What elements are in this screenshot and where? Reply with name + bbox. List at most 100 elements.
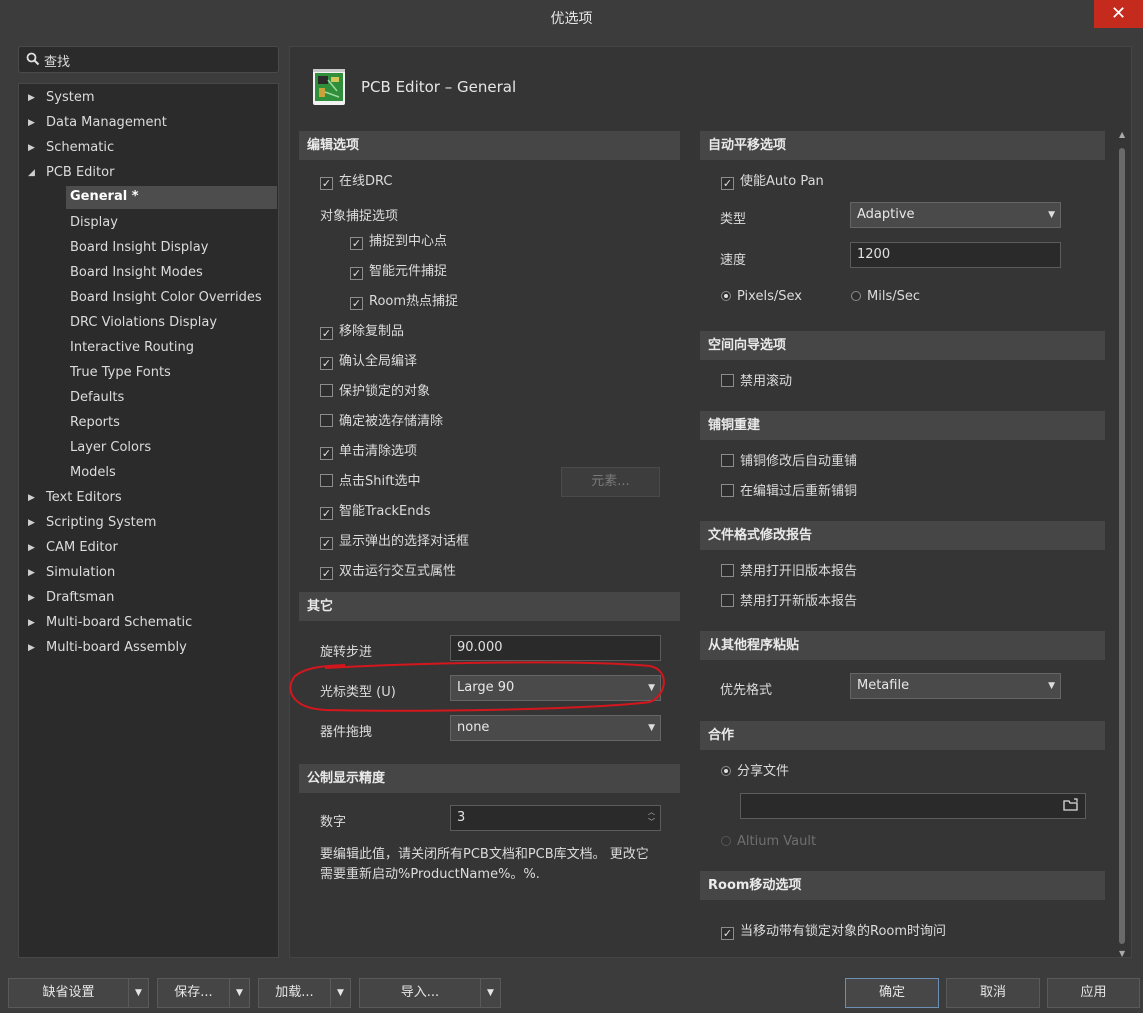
scroll-down-icon[interactable]: ▼ <box>1119 949 1125 958</box>
check-icon: ✓ <box>320 537 333 550</box>
tree-item-models[interactable]: Models <box>70 462 116 485</box>
dropdown-arrow-icon: ▼ <box>1048 681 1055 691</box>
scroll-up-icon[interactable]: ▲ <box>1119 130 1125 139</box>
radio-selected-icon <box>721 766 731 776</box>
scrollbar-thumb[interactable] <box>1119 148 1125 944</box>
disable-new-report-checkbox[interactable]: 禁用打开新版本报告 <box>721 593 857 613</box>
folder-open-icon[interactable] <box>1063 797 1079 821</box>
pan-type-select[interactable]: Adaptive ▼ <box>850 202 1061 228</box>
tree-item-true-type-fonts[interactable]: True Type Fonts <box>70 362 171 385</box>
apply-button[interactable]: 应用 <box>1047 978 1140 1008</box>
tree-item-board-insight-modes[interactable]: Board Insight Modes <box>70 262 203 285</box>
chevron-right-icon[interactable]: ▶ <box>28 537 35 559</box>
snap-center-checkbox[interactable]: ✓ 捕捉到中心点 <box>350 233 447 253</box>
chevron-right-icon[interactable]: ▶ <box>28 487 35 509</box>
save-button[interactable]: 保存... ▼ <box>157 978 250 1008</box>
page-title: PCB Editor – General <box>361 78 517 96</box>
smart-track-ends-checkbox[interactable]: ✓ 智能TrackEnds <box>320 503 431 523</box>
tree-item-board-insight-display[interactable]: Board Insight Display <box>70 237 208 260</box>
pixels-per-sec-radio[interactable]: Pixels/Sex <box>721 288 802 308</box>
chevron-down-icon[interactable]: ▼ <box>128 979 148 1007</box>
metric-note: 要编辑此值，请关闭所有PCB文档和PCB库文档。 更改它需要重新启动%Produ… <box>320 847 649 882</box>
mils-per-sec-radio[interactable]: Mils/Sec <box>851 288 920 308</box>
chevron-right-icon[interactable]: ▶ <box>28 637 35 659</box>
section-polygon-rebuild: 铺铜重建 <box>700 411 1105 440</box>
room-hotspot-checkbox[interactable]: ✓ Room热点捕捉 <box>350 293 458 313</box>
tree-item-drc-violations-display[interactable]: DRC Violations Display <box>70 312 217 335</box>
auto-repour-checkbox[interactable]: 铺铜修改后自动重铺 <box>721 453 857 473</box>
section-room-move: Room移动选项 <box>700 871 1105 900</box>
chevron-right-icon[interactable]: ▶ <box>28 512 35 534</box>
spin-arrows-icon[interactable]: ︿ ﹀ <box>648 807 655 827</box>
ask-room-locked-checkbox[interactable]: ✓ 当移动带有锁定对象的Room时询问 <box>721 923 946 943</box>
show-popup-selection-checkbox[interactable]: ✓ 显示弹出的选择对话框 <box>320 533 469 553</box>
shift-select-checkbox[interactable]: 点击Shift选中 <box>320 473 421 493</box>
tree-item-multi-board-assembly[interactable]: ▶ Multi-board Assembly <box>28 637 187 660</box>
smart-component-snap-checkbox[interactable]: ✓ 智能元件捕捉 <box>350 263 447 283</box>
tree-item-reports[interactable]: Reports <box>70 412 120 435</box>
protect-locked-checkbox[interactable]: 保护锁定的对象 <box>320 383 430 403</box>
cancel-button[interactable]: 取消 <box>946 978 1040 1008</box>
tree-item-multi-board-schematic[interactable]: ▶ Multi-board Schematic <box>28 612 192 635</box>
disable-roll-checkbox[interactable]: 禁用滚动 <box>721 373 792 393</box>
preferred-format-select[interactable]: Metafile ▼ <box>850 673 1061 699</box>
digits-spinbox[interactable]: 3 ︿ ﹀ <box>450 805 661 831</box>
chevron-right-icon[interactable]: ▶ <box>28 587 35 609</box>
pan-speed-label: 速度 <box>720 253 747 268</box>
chevron-down-icon[interactable]: ▼ <box>480 979 500 1007</box>
rotation-step-label: 旋转步进 <box>320 645 373 660</box>
tree-item-schematic[interactable]: ▶ Schematic <box>28 137 114 160</box>
tree-item-draftsman[interactable]: ▶ Draftsman <box>28 587 114 610</box>
dblclick-properties-checkbox[interactable]: ✓ 双击运行交互式属性 <box>320 563 456 583</box>
chevron-down-icon[interactable]: ▼ <box>229 979 249 1007</box>
section-space-navigator: 空间向导选项 <box>700 331 1105 360</box>
tree-item-cam-editor[interactable]: ▶ CAM Editor <box>28 537 118 560</box>
radio-icon <box>851 291 861 301</box>
ok-button[interactable]: 确定 <box>845 978 939 1008</box>
enable-auto-pan-checkbox[interactable]: ✓ 使能Auto Pan <box>721 173 824 193</box>
chevron-right-icon[interactable]: ▶ <box>28 562 35 584</box>
click-clear-checkbox[interactable]: ✓ 单击清除选项 <box>320 443 417 463</box>
elements-button[interactable]: 元素... <box>561 467 660 497</box>
shared-file-path-input[interactable] <box>740 793 1086 819</box>
tree-item-simulation[interactable]: ▶ Simulation <box>28 562 115 585</box>
pan-type-label: 类型 <box>720 212 747 227</box>
remove-duplicates-checkbox[interactable]: ✓ 移除复制品 <box>320 323 404 343</box>
preferred-format-label: 优先格式 <box>720 683 773 698</box>
check-icon: ✓ <box>320 447 333 460</box>
tree-item-pcb-editor[interactable]: ◢ PCB Editor <box>28 162 114 185</box>
chevron-right-icon[interactable]: ▶ <box>28 112 35 134</box>
rotation-step-input[interactable]: 90.000 <box>450 635 661 661</box>
import-button[interactable]: 导入... ▼ <box>359 978 501 1008</box>
tree-item-data-management[interactable]: ▶ Data Management <box>28 112 167 135</box>
defaults-button[interactable]: 缺省设置 ▼ <box>8 978 149 1008</box>
online-drc-checkbox[interactable]: ✓ 在线DRC <box>320 173 392 193</box>
chevron-right-icon[interactable]: ▶ <box>28 137 35 159</box>
tree-item-system[interactable]: ▶ System <box>28 87 94 110</box>
pan-speed-input[interactable]: 1200 <box>850 242 1061 268</box>
section-paste-from-other: 从其他程序粘贴 <box>700 631 1105 660</box>
tree-item-general[interactable]: General * <box>66 186 277 209</box>
confirm-clear-checkbox[interactable]: 确定被选存储清除 <box>320 413 443 433</box>
shared-file-radio[interactable]: 分享文件 <box>721 763 789 783</box>
tree-item-board-insight-color-overrides[interactable]: Board Insight Color Overrides <box>70 287 262 310</box>
section-collaboration: 合作 <box>700 721 1105 750</box>
altium-vault-radio[interactable]: Altium Vault <box>721 833 816 853</box>
tree-item-layer-colors[interactable]: Layer Colors <box>70 437 151 460</box>
chevron-right-icon[interactable]: ▶ <box>28 87 35 109</box>
chevron-right-icon[interactable]: ▶ <box>28 612 35 634</box>
search-box[interactable]: 查找 <box>18 46 279 73</box>
load-button[interactable]: 加载... ▼ <box>258 978 351 1008</box>
repour-after-edit-checkbox[interactable]: 在编辑过后重新铺铜 <box>721 483 857 503</box>
confirm-global-edit-checkbox[interactable]: ✓ 确认全局编译 <box>320 353 417 373</box>
chevron-down-icon[interactable]: ▼ <box>330 979 350 1007</box>
tree-item-scripting-system[interactable]: ▶ Scripting System <box>28 512 156 535</box>
chevron-down-icon[interactable]: ◢ <box>28 162 35 184</box>
disable-old-report-checkbox[interactable]: 禁用打开旧版本报告 <box>721 563 857 583</box>
tree-item-display[interactable]: Display <box>70 212 118 235</box>
check-icon: ✓ <box>350 237 363 250</box>
tree-item-text-editors[interactable]: ▶ Text Editors <box>28 487 122 510</box>
tree-item-defaults[interactable]: Defaults <box>70 387 124 410</box>
tree-item-interactive-routing[interactable]: Interactive Routing <box>70 337 194 360</box>
close-button[interactable]: ✕ <box>1094 0 1143 28</box>
